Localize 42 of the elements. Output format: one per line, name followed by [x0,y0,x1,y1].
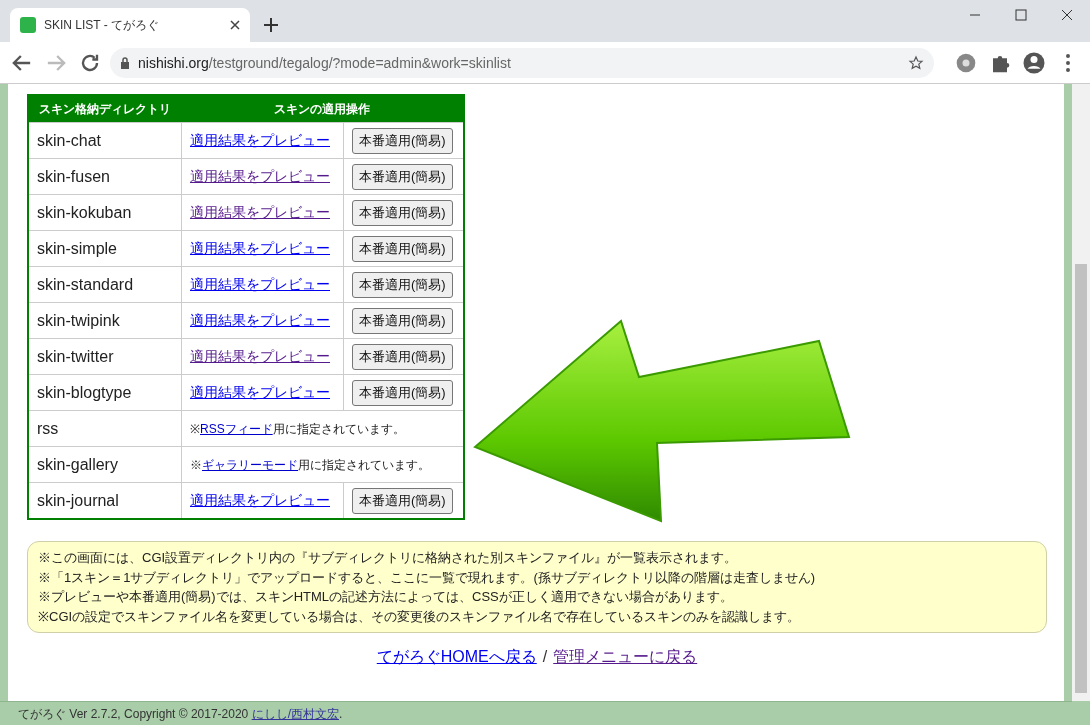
directory-cell: skin-fusen [28,158,182,195]
apply-button[interactable]: 本番適用(簡易) [352,271,453,298]
apply-button[interactable]: 本番適用(簡易) [352,307,453,334]
apply-button[interactable]: 本番適用(簡易) [352,127,453,154]
apply-button[interactable]: 本番適用(簡易) [352,379,453,406]
separator: / [542,648,548,665]
mode-link[interactable]: ギャラリーモード [202,458,298,472]
directory-cell: skin-twipink [28,302,182,339]
apply-button[interactable]: 本番適用(簡易) [352,343,453,370]
note-line: ※CGIの設定でスキンファイル名を変更している場合は、その変更後のスキンファイル名で存在しているスキンのみを認識します。 [38,607,802,626]
directory-cell: rss [28,410,182,447]
directory-cell: skin-simple [28,230,182,267]
directory-cell: skin-chat [28,122,182,159]
note-line: ※この画面には、CGI設置ディレクトリ内の『サブディレクトリに格納された別スキンファイル』が一覧表示されます。 [38,549,739,567]
note-line: ※「1スキン＝1サブディレクトリ」でアップロードすると、ここに一覧で現れます。(孫サブディレクトリ以降の階層は走査しません) [38,568,817,587]
scrollbar[interactable] [1072,84,1090,701]
mode-link[interactable]: RSSフィード [200,422,273,436]
apply-button[interactable]: 本番適用(簡易) [352,487,453,514]
directory-cell: skin-standard [28,266,182,303]
column-header: スキン格納ディレクトリ [28,95,182,123]
lock-icon [120,56,130,69]
directory-cell: skin-blogtype [28,374,182,411]
url-text: nishishi.org/testground/tegalog/?mode=admin&work=skinlist [138,54,512,71]
directory-cell: skin-twitter [28,338,182,375]
site-favicon-icon [20,17,36,33]
apply-button[interactable]: 本番適用(簡易) [352,199,453,226]
note-text: ※RSSフィード用に指定されています。 [190,422,405,436]
column-header: スキンの適用操作 [181,95,464,123]
nav-link[interactable]: てがろぐHOMEへ戻る [376,648,537,665]
close-icon[interactable] [230,20,240,30]
author-link[interactable]: にしし/西村文宏 [251,707,339,721]
directory-cell: skin-gallery [28,446,182,483]
note-line: ※プレビューや本番適用(簡易)では、スキンHTMLの記述方法によっては、CSSが正しく適用できない場合があります。 [38,588,734,606]
tab-title: SKIN LIST - てがろぐ [44,16,161,34]
apply-button[interactable]: 本番適用(簡易) [352,163,453,190]
directory-cell: skin-kokuban [28,194,182,231]
apply-button[interactable]: 本番適用(簡易) [352,235,453,262]
browser-tab[interactable]: SKIN LIST - てがろぐ [10,8,250,42]
address-bar[interactable]: nishishi.org/testground/tegalog/?mode=admin&work=skinlist [110,47,934,78]
note-text: ※ギャラリーモード用に指定されています。 [190,458,430,472]
star-icon[interactable] [908,54,924,71]
nav-link[interactable]: 管理メニューに戻る [553,648,698,665]
